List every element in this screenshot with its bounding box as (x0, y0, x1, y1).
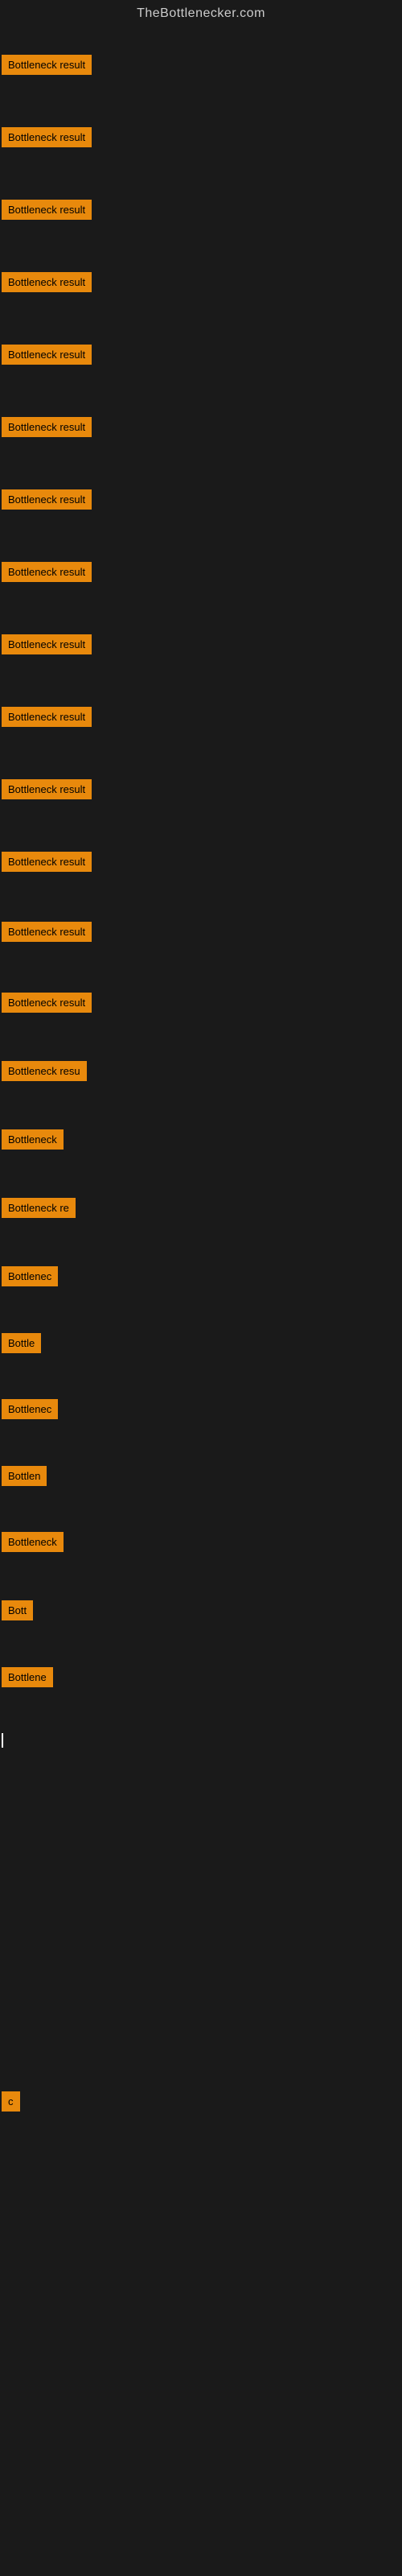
bottleneck-item: Bottleneck result (2, 993, 92, 1013)
bottleneck-item: Bottleneck result (2, 417, 92, 437)
bottleneck-item: Bottleneck result (2, 634, 92, 654)
bottleneck-item: Bottleneck result (2, 55, 92, 75)
bottleneck-item: Bottleneck result (2, 852, 92, 872)
bottleneck-item: Bottleneck (2, 1129, 64, 1150)
small-bottleneck-item: c (2, 2091, 20, 2112)
bottleneck-item: Bottleneck (2, 1532, 64, 1552)
bottleneck-item: Bott (2, 1600, 33, 1620)
bottleneck-item: Bottleneck result (2, 489, 92, 510)
bottleneck-item: Bottleneck resu (2, 1061, 87, 1081)
bottleneck-item: Bottleneck result (2, 779, 92, 799)
bottleneck-item: Bottleneck re (2, 1198, 76, 1218)
bottleneck-item: Bottle (2, 1333, 41, 1353)
bottleneck-item: Bottlene (2, 1667, 53, 1687)
bottleneck-item: Bottleneck result (2, 707, 92, 727)
bottleneck-item: Bottleneck result (2, 922, 92, 942)
bottleneck-item: Bottlenec (2, 1266, 58, 1286)
bottleneck-item: Bottlenec (2, 1399, 58, 1419)
bottleneck-item: Bottleneck result (2, 127, 92, 147)
site-title: TheBottlenecker.com (0, 0, 402, 31)
bottleneck-item: Bottleneck result (2, 562, 92, 582)
bottleneck-item: Bottleneck result (2, 272, 92, 292)
bottleneck-item: Bottleneck result (2, 200, 92, 220)
text-cursor (2, 1733, 3, 1748)
bottleneck-item: Bottleneck result (2, 345, 92, 365)
bottleneck-item: Bottlen (2, 1466, 47, 1486)
